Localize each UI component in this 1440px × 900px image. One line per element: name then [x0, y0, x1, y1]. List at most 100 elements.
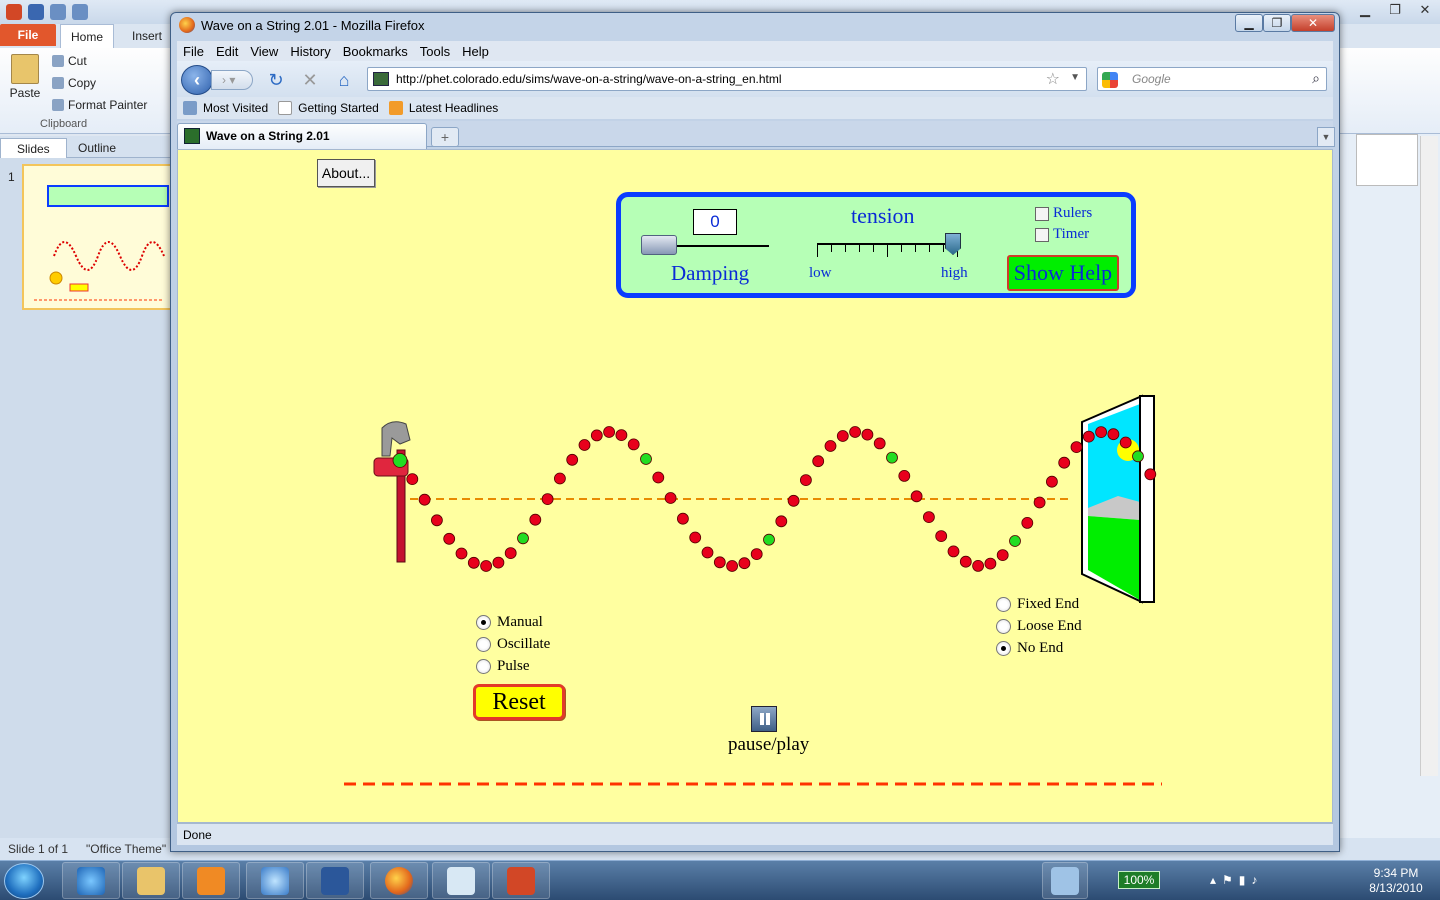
taskbar-media-player[interactable]	[182, 862, 240, 899]
string-bead	[787, 494, 800, 507]
tab-insert[interactable]: Insert	[122, 24, 172, 48]
forward-button[interactable]: › ▾	[211, 70, 253, 90]
clock-date: 8/13/2010	[1369, 881, 1423, 895]
taskbar-clock[interactable]: 9:34 PM 8/13/2010	[1356, 866, 1436, 896]
radio-button[interactable]	[996, 619, 1011, 634]
stop-icon[interactable]: ✕	[299, 69, 321, 91]
list-all-tabs-icon[interactable]: ▼	[1317, 127, 1335, 147]
end-loose-radio[interactable]: Loose End	[996, 618, 1082, 635]
string-bead	[750, 548, 763, 561]
rss-feed-icon	[388, 101, 403, 115]
string-bead	[800, 474, 812, 487]
string-bead	[1021, 516, 1034, 529]
minimize-icon[interactable]: ▁	[1235, 14, 1263, 32]
taskbar-network-monitor[interactable]	[1042, 862, 1088, 899]
taskbar-explorer[interactable]	[122, 862, 180, 899]
format-painter-button[interactable]: Format Painter	[52, 98, 147, 112]
mode-manual-radio[interactable]: Manual	[476, 614, 543, 631]
radio-button[interactable]	[476, 615, 491, 630]
copy-button[interactable]: Copy	[52, 76, 96, 90]
string-bead	[935, 530, 948, 543]
search-input[interactable]: Google	[1132, 72, 1171, 86]
wrench-jaw[interactable]	[381, 421, 411, 457]
home-icon[interactable]: ⌂	[333, 69, 355, 91]
menu-help[interactable]: Help	[456, 44, 495, 59]
volume-icon[interactable]: ♪	[1251, 873, 1257, 887]
bookmark-getting-started[interactable]: Getting Started	[278, 101, 379, 115]
media-player-icon	[197, 866, 225, 895]
taskbar-ie[interactable]	[62, 862, 120, 899]
radio-button[interactable]	[476, 659, 491, 674]
menu-tools[interactable]: Tools	[414, 44, 456, 59]
restore-icon[interactable]: ❐	[1380, 0, 1410, 20]
maximize-icon[interactable]: ❐	[1263, 14, 1291, 32]
menu-view[interactable]: View	[244, 44, 284, 59]
search-icon[interactable]: ⌕	[1312, 70, 1320, 87]
clipboard-group-label: Clipboard	[40, 118, 88, 130]
radio-button[interactable]	[996, 597, 1011, 612]
tab-slides[interactable]: Slides	[0, 138, 67, 158]
reload-icon[interactable]: ↻	[265, 69, 287, 91]
close-icon[interactable]: ✕	[1291, 14, 1335, 32]
string-bead	[713, 556, 726, 569]
save-icon[interactable]	[28, 4, 44, 20]
taskbar-powerpoint[interactable]	[492, 862, 550, 899]
string-bead	[898, 469, 911, 482]
powerpoint-vertical-scrollbar[interactable]	[1420, 136, 1438, 776]
cut-button[interactable]: Cut	[52, 54, 87, 68]
show-hidden-icons-icon[interactable]: ▴	[1210, 873, 1216, 887]
pause-play-button[interactable]	[751, 706, 777, 732]
menu-file[interactable]: File	[177, 44, 210, 59]
powerpoint-app-icon[interactable]	[6, 4, 22, 20]
cut-label: Cut	[68, 54, 87, 68]
menu-history[interactable]: History	[284, 44, 336, 59]
menu-bookmarks[interactable]: Bookmarks	[337, 44, 414, 59]
string-bead	[1107, 428, 1120, 441]
paste-button[interactable]: Paste	[8, 54, 42, 100]
mode-pulse-radio[interactable]: Pulse	[476, 658, 530, 675]
menu-edit[interactable]: Edit	[210, 44, 244, 59]
mode-oscillate-radio[interactable]: Oscillate	[476, 636, 550, 653]
string-bead	[615, 429, 628, 442]
string-bead	[726, 560, 738, 572]
bookmark-most-visited[interactable]: Most Visited	[183, 101, 268, 115]
start-button[interactable]	[4, 863, 44, 899]
bookmark-star-icon[interactable]: ☆	[1046, 69, 1060, 89]
url-dropdown-icon[interactable]: ▼	[1070, 72, 1080, 83]
battery-indicator[interactable]: 100%	[1118, 871, 1160, 889]
network-icon[interactable]: ▮	[1239, 873, 1246, 887]
most-visited-icon	[183, 101, 197, 115]
string-bead	[664, 492, 677, 504]
wrench-driver[interactable]	[373, 421, 411, 563]
paintbrush-icon	[52, 99, 64, 111]
tab-home[interactable]: Home	[60, 24, 115, 48]
bookmark-label: Most Visited	[203, 101, 269, 115]
end-none-radio[interactable]: No End	[996, 640, 1063, 657]
url-bar[interactable]: http://phet.colorado.edu/sims/wave-on-a-…	[367, 67, 1087, 91]
taskbar-chat[interactable]	[246, 862, 304, 899]
bookmark-latest-headlines[interactable]: Latest Headlines	[388, 101, 498, 115]
radio-button[interactable]	[996, 641, 1011, 656]
scissors-icon	[52, 55, 64, 67]
slide-thumbnail[interactable]	[22, 164, 172, 310]
taskbar-snipping[interactable]	[432, 862, 490, 899]
taskbar-firefox[interactable]	[370, 862, 428, 899]
end-fixed-radio[interactable]: Fixed End	[996, 596, 1079, 613]
reset-button[interactable]: Reset	[473, 684, 565, 720]
close-icon[interactable]: ✕	[1410, 0, 1440, 20]
action-center-icon[interactable]: ⚑	[1222, 873, 1233, 887]
google-engine-icon[interactable]	[1102, 72, 1118, 88]
redo-icon[interactable]	[72, 4, 88, 20]
radio-button[interactable]	[476, 637, 491, 652]
back-button[interactable]: ‹	[181, 65, 213, 95]
tab-outline[interactable]: Outline	[62, 138, 132, 158]
slide-canvas[interactable]	[1356, 134, 1418, 186]
slide-count: Slide 1 of 1	[8, 842, 69, 856]
new-tab-button[interactable]: +	[431, 127, 459, 147]
file-tab[interactable]: File	[0, 24, 56, 46]
undo-icon[interactable]	[50, 4, 66, 20]
search-bar[interactable]: Google ⌕	[1097, 67, 1327, 91]
browser-tab[interactable]: Wave on a String 2.01	[177, 123, 427, 149]
taskbar-word[interactable]	[306, 862, 364, 899]
minimize-icon[interactable]: ▁	[1350, 0, 1380, 20]
